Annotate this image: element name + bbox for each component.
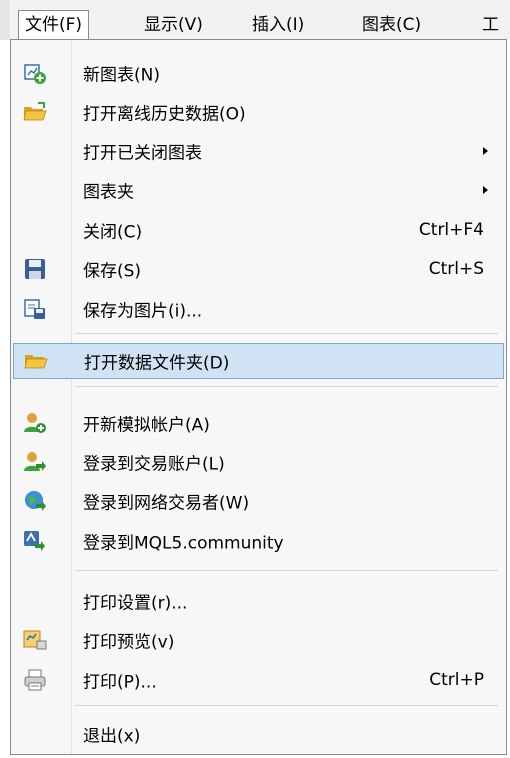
menu-item-label: 新图表(N)	[83, 65, 160, 86]
menu-file[interactable]: 文件(F)	[18, 10, 90, 40]
menu-item-label: 关闭(C)	[83, 222, 143, 243]
file-menu-dropdown: 新图表(N) 打开离线历史数据(O) 打开已关闭图表 图表夹 关闭(C) Ctr…	[10, 39, 507, 755]
menu-item-shortcut: Ctrl+P	[429, 670, 484, 690]
menu-item-label: 打开已关闭图表	[83, 143, 202, 164]
menu-separator	[75, 705, 498, 706]
menu-charts[interactable]: 图表(C)	[356, 10, 427, 40]
menu-insert[interactable]: 插入(I)	[246, 10, 310, 40]
menu-item-label: 图表夹	[83, 182, 134, 203]
menu-separator	[75, 386, 498, 387]
menu-item-save[interactable]: 保存(S) Ctrl+S	[13, 252, 504, 286]
menu-item-label: 打印(P)...	[83, 672, 157, 693]
menu-item-print[interactable]: 打印(P)... Ctrl+P	[13, 663, 504, 697]
new-chart-icon	[24, 64, 46, 84]
folder-icon	[24, 355, 48, 369]
menu-item-open-offline[interactable]: 打开离线历史数据(O)	[13, 95, 504, 129]
mql5-icon	[24, 531, 45, 551]
menu-item-open-closed-charts[interactable]: 打开已关闭图表	[13, 134, 504, 168]
menu-item-label: 保存为图片(i)...	[83, 301, 203, 322]
menu-item-label: 登录到交易账户(L)	[83, 454, 225, 475]
menu-item-open-demo-account[interactable]: 开新模拟帐户(A)	[13, 406, 504, 440]
menu-item-label: 开新模拟帐户(A)	[83, 415, 210, 436]
printer-icon	[24, 669, 46, 691]
open-folder-icon	[23, 102, 47, 121]
menu-item-exit[interactable]: 退出(x)	[13, 717, 504, 751]
save-picture-icon	[24, 299, 45, 319]
menu-separator	[75, 570, 498, 571]
submenu-arrow-icon	[483, 186, 488, 194]
new-account-icon	[24, 413, 46, 433]
menu-item-close[interactable]: 关闭(C) Ctrl+F4	[13, 213, 504, 247]
menu-item-new-chart[interactable]: 新图表(N)	[13, 56, 504, 90]
menu-item-print-preview[interactable]: 打印预览(v)	[13, 623, 504, 657]
menu-view[interactable]: 显示(V)	[138, 10, 209, 40]
menu-item-save-as-picture[interactable]: 保存为图片(i)...	[13, 292, 504, 326]
window-edge	[0, 0, 10, 40]
save-icon	[25, 259, 45, 279]
menu-item-label: 打印设置(r)...	[83, 593, 188, 614]
menu-item-label: 打开离线历史数据(O)	[83, 104, 246, 125]
menu-item-label: 登录到MQL5.community	[83, 533, 284, 554]
menu-item-label: 退出(x)	[83, 726, 141, 747]
login-account-icon	[24, 452, 46, 471]
menu-item-label: 登录到网络交易者(W)	[83, 493, 250, 514]
menu-separator	[75, 333, 498, 334]
web-trader-icon	[25, 491, 46, 511]
menu-item-login-trade-account[interactable]: 登录到交易账户(L)	[13, 445, 504, 479]
menu-tools[interactable]: 工	[476, 10, 505, 40]
menu-item-label: 打印预览(v)	[83, 632, 175, 653]
menu-item-shortcut: Ctrl+F4	[418, 220, 484, 240]
menu-item-label: 保存(S)	[83, 261, 142, 282]
print-preview-icon	[23, 630, 47, 650]
menu-item-label: 打开数据文件夹(D)	[84, 353, 230, 374]
menu-item-print-setup[interactable]: 打印设置(r)...	[13, 584, 504, 618]
menu-item-login-mql5[interactable]: 登录到MQL5.community	[13, 524, 504, 558]
menu-bar: 文件(F) 显示(V) 插入(I) 图表(C) 工	[0, 0, 510, 40]
menu-item-open-data-folder[interactable]: 打开数据文件夹(D)	[13, 343, 504, 379]
menu-item-login-web-trader[interactable]: 登录到网络交易者(W)	[13, 484, 504, 518]
menu-item-profiles[interactable]: 图表夹	[13, 173, 504, 207]
submenu-arrow-icon	[483, 147, 488, 155]
menu-item-shortcut: Ctrl+S	[428, 259, 484, 279]
